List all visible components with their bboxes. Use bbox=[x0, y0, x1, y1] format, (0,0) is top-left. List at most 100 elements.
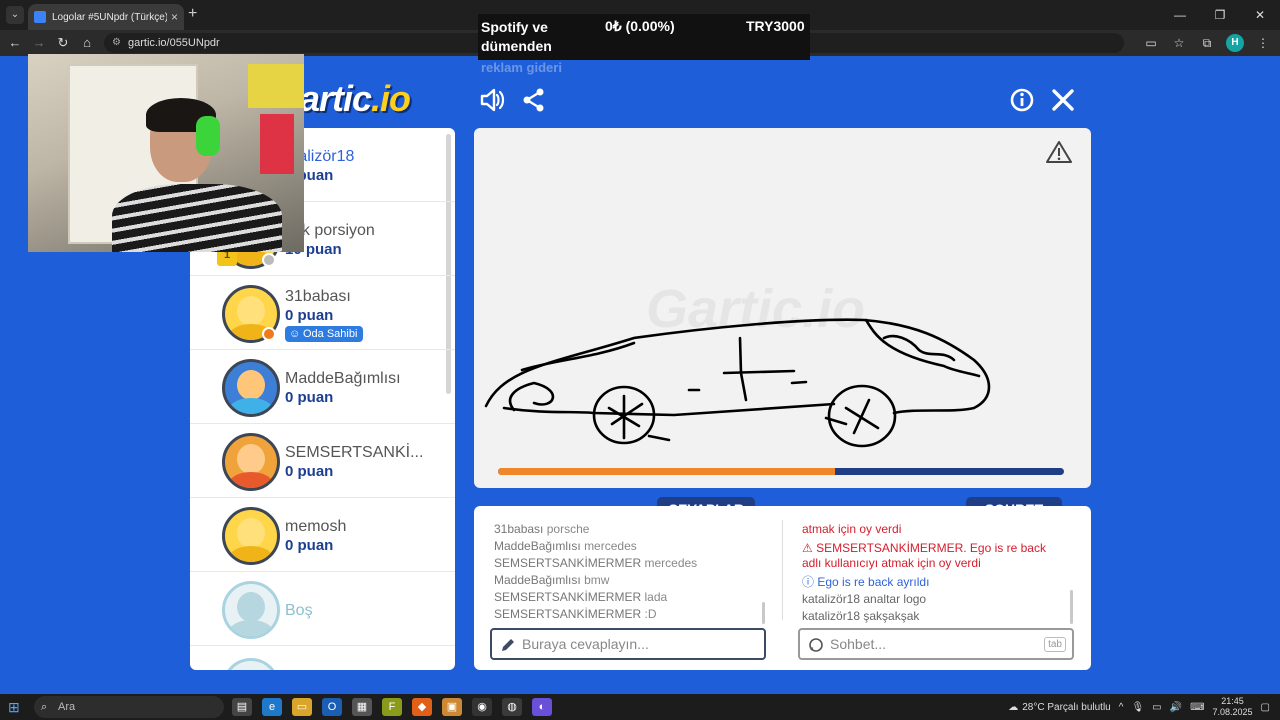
obs-icon[interactable]: ◉ bbox=[472, 698, 492, 716]
outlook-icon[interactable]: O bbox=[322, 698, 342, 716]
forward-button[interactable]: → bbox=[30, 34, 48, 52]
taskbar-clock[interactable]: 21:45 7.08.2025 bbox=[1213, 696, 1253, 718]
windows-taskbar: ⊞ ⌕ Ara ▤ e ▭ O ▦ F ◆ ▣ ◉ ◍ ◐ ☁ 28°C Par… bbox=[0, 694, 1280, 720]
store-icon[interactable]: ▦ bbox=[352, 698, 372, 716]
chat-system-message: atmak için oy verdi bbox=[802, 522, 902, 536]
close-window-button[interactable]: ✕ bbox=[1240, 0, 1280, 30]
player-row-partial bbox=[190, 646, 455, 670]
player-avatar bbox=[222, 433, 280, 491]
chat-input-box[interactable]: tab bbox=[798, 628, 1074, 660]
overlay-subtitle: reklam gideri bbox=[481, 60, 562, 75]
brave-icon[interactable]: ◆ bbox=[412, 698, 432, 716]
sound-icon[interactable] bbox=[478, 86, 506, 114]
task-view-icon[interactable]: ▤ bbox=[232, 698, 252, 716]
player-row: memosh 0 puan bbox=[190, 498, 455, 572]
answer-item: SEMSERTSANKİMERMER lada bbox=[494, 590, 668, 604]
site-info-icon[interactable]: ⚙ bbox=[112, 33, 121, 53]
close-tab-icon[interactable]: × bbox=[171, 10, 178, 24]
chat-vote-message-cont: adlı kullanıcıyı atmak için oy verdi bbox=[802, 556, 981, 570]
overlay-goal: TRY3000 bbox=[746, 18, 805, 34]
search-icon: ⌕ bbox=[41, 701, 48, 713]
gartic-logo: artic.io bbox=[300, 78, 411, 119]
info-icon[interactable] bbox=[1008, 86, 1036, 114]
share-icon[interactable] bbox=[520, 86, 548, 114]
player-points: 0 puan bbox=[285, 463, 334, 480]
player-name: 31babası bbox=[285, 288, 351, 305]
chat-bubble-icon bbox=[809, 638, 823, 652]
home-button[interactable]: ⌂ bbox=[78, 34, 96, 52]
player-points: 0 puan bbox=[285, 307, 334, 324]
player-avatar bbox=[222, 507, 280, 565]
close-game-icon[interactable] bbox=[1049, 86, 1077, 114]
answer-item: SEMSERTSANKİMERMER :D bbox=[494, 607, 657, 621]
pencil-icon bbox=[502, 639, 514, 651]
url-text: gartic.io/055UNpdr bbox=[128, 37, 220, 49]
answers-scrollbar[interactable] bbox=[762, 602, 765, 624]
player-row: 31babası 0 puan Oda Sahibi bbox=[190, 276, 455, 350]
chat-input[interactable] bbox=[830, 636, 1050, 652]
app-icon[interactable]: ▣ bbox=[442, 698, 462, 716]
car-drawing bbox=[484, 318, 991, 448]
reload-button[interactable]: ↻ bbox=[54, 34, 72, 52]
browser-tab[interactable]: Logolar #5UNpdr (Türkçe) - Ga × bbox=[28, 4, 184, 30]
gartic-favicon-icon bbox=[34, 11, 46, 23]
answer-item: MaddeBağımlısı mercedes bbox=[494, 539, 637, 553]
webcam-feed bbox=[28, 54, 304, 252]
drawing-canvas[interactable]: Gartic.io bbox=[474, 128, 1091, 488]
volume-icon[interactable]: 🔊 bbox=[1170, 702, 1182, 713]
profile-avatar[interactable]: H bbox=[1226, 34, 1244, 52]
round-timer-bar bbox=[498, 468, 1064, 475]
browser-menu-icon[interactable]: ⋮ bbox=[1254, 34, 1272, 52]
answer-item: MaddeBağımlısı bmw bbox=[494, 573, 610, 587]
warning-icon: ⚠ bbox=[802, 541, 813, 555]
minimize-button[interactable]: — bbox=[1160, 0, 1200, 30]
file-explorer-icon[interactable]: ▭ bbox=[292, 698, 312, 716]
answers-chat-panel: 31babası porsche MaddeBağımlısı mercedes… bbox=[474, 506, 1091, 670]
answer-input-box[interactable] bbox=[490, 628, 766, 660]
restore-button[interactable]: ❐ bbox=[1200, 0, 1240, 30]
player-row: MaddeBağımlısı 0 puan bbox=[190, 350, 455, 424]
mic-icon[interactable]: 🎙 bbox=[1131, 702, 1144, 713]
tray-chevron-icon[interactable]: ^ bbox=[1119, 702, 1124, 713]
app-fw-icon[interactable]: F bbox=[382, 698, 402, 716]
chat-scrollbar[interactable] bbox=[1070, 590, 1073, 624]
player-points: 0 puan bbox=[285, 537, 334, 554]
tab-search-button[interactable]: ⌄ bbox=[6, 6, 24, 24]
cast-icon[interactable]: ▭ bbox=[1142, 34, 1160, 52]
answer-input[interactable] bbox=[522, 636, 742, 652]
empty-avatar-icon bbox=[222, 658, 280, 670]
player-name: memosh bbox=[285, 518, 347, 535]
network-icon[interactable]: ▭ bbox=[1152, 702, 1161, 713]
empty-avatar-icon bbox=[222, 581, 280, 639]
empty-slot-row[interactable]: Boş bbox=[190, 572, 455, 646]
overlay-title: Spotify ve dümenden bbox=[481, 19, 552, 54]
weather-widget[interactable]: ☁ 28°C Parçalı bulutlu bbox=[1008, 702, 1111, 713]
taskbar-search[interactable]: ⌕ Ara bbox=[34, 696, 224, 718]
chat-message: katalizör18 şakşakşak bbox=[802, 609, 920, 623]
back-button[interactable]: ← bbox=[6, 34, 24, 52]
donation-overlay: Spotify ve dümenden 0₺ (0.00%) TRY3000 bbox=[478, 14, 810, 60]
discord-icon[interactable]: ◐ bbox=[532, 698, 552, 716]
overlay-amount: 0₺ (0.00%) bbox=[605, 18, 675, 34]
chat-message: katalizör18 analtar logo bbox=[802, 592, 927, 606]
keyboard-icon[interactable]: ⌨ bbox=[1190, 702, 1204, 713]
edge-icon[interactable]: e bbox=[262, 698, 282, 716]
player-name: SEMSERTSANKİ... bbox=[285, 444, 424, 461]
player-row: SEMSERTSANKİ... 0 puan bbox=[190, 424, 455, 498]
player-points: 0 puan bbox=[285, 389, 334, 406]
start-windows-icon[interactable]: ⊞ bbox=[8, 699, 20, 716]
tab-key-hint: tab bbox=[1044, 637, 1066, 652]
info-icon: ⓘ bbox=[802, 575, 815, 589]
chat-vote-message: ⚠ SEMSERTSANKİMERMER. Ego is re back bbox=[802, 541, 1046, 555]
player-name: MaddeBağımlısı bbox=[285, 370, 401, 387]
new-tab-button[interactable]: + bbox=[188, 6, 197, 22]
bookmark-star-icon[interactable]: ☆ bbox=[1170, 34, 1188, 52]
status-dot bbox=[262, 253, 276, 267]
answer-item: 31babası porsche bbox=[494, 522, 590, 536]
round-timer-fill bbox=[498, 468, 835, 475]
extensions-icon[interactable]: ⧉ bbox=[1198, 34, 1216, 52]
status-dot bbox=[262, 327, 276, 341]
chat-left-message: ⓘ Ego is re back ayrıldı bbox=[802, 575, 930, 589]
notifications-icon[interactable]: ▢ bbox=[1261, 702, 1270, 713]
chrome-icon[interactable]: ◍ bbox=[502, 698, 522, 716]
